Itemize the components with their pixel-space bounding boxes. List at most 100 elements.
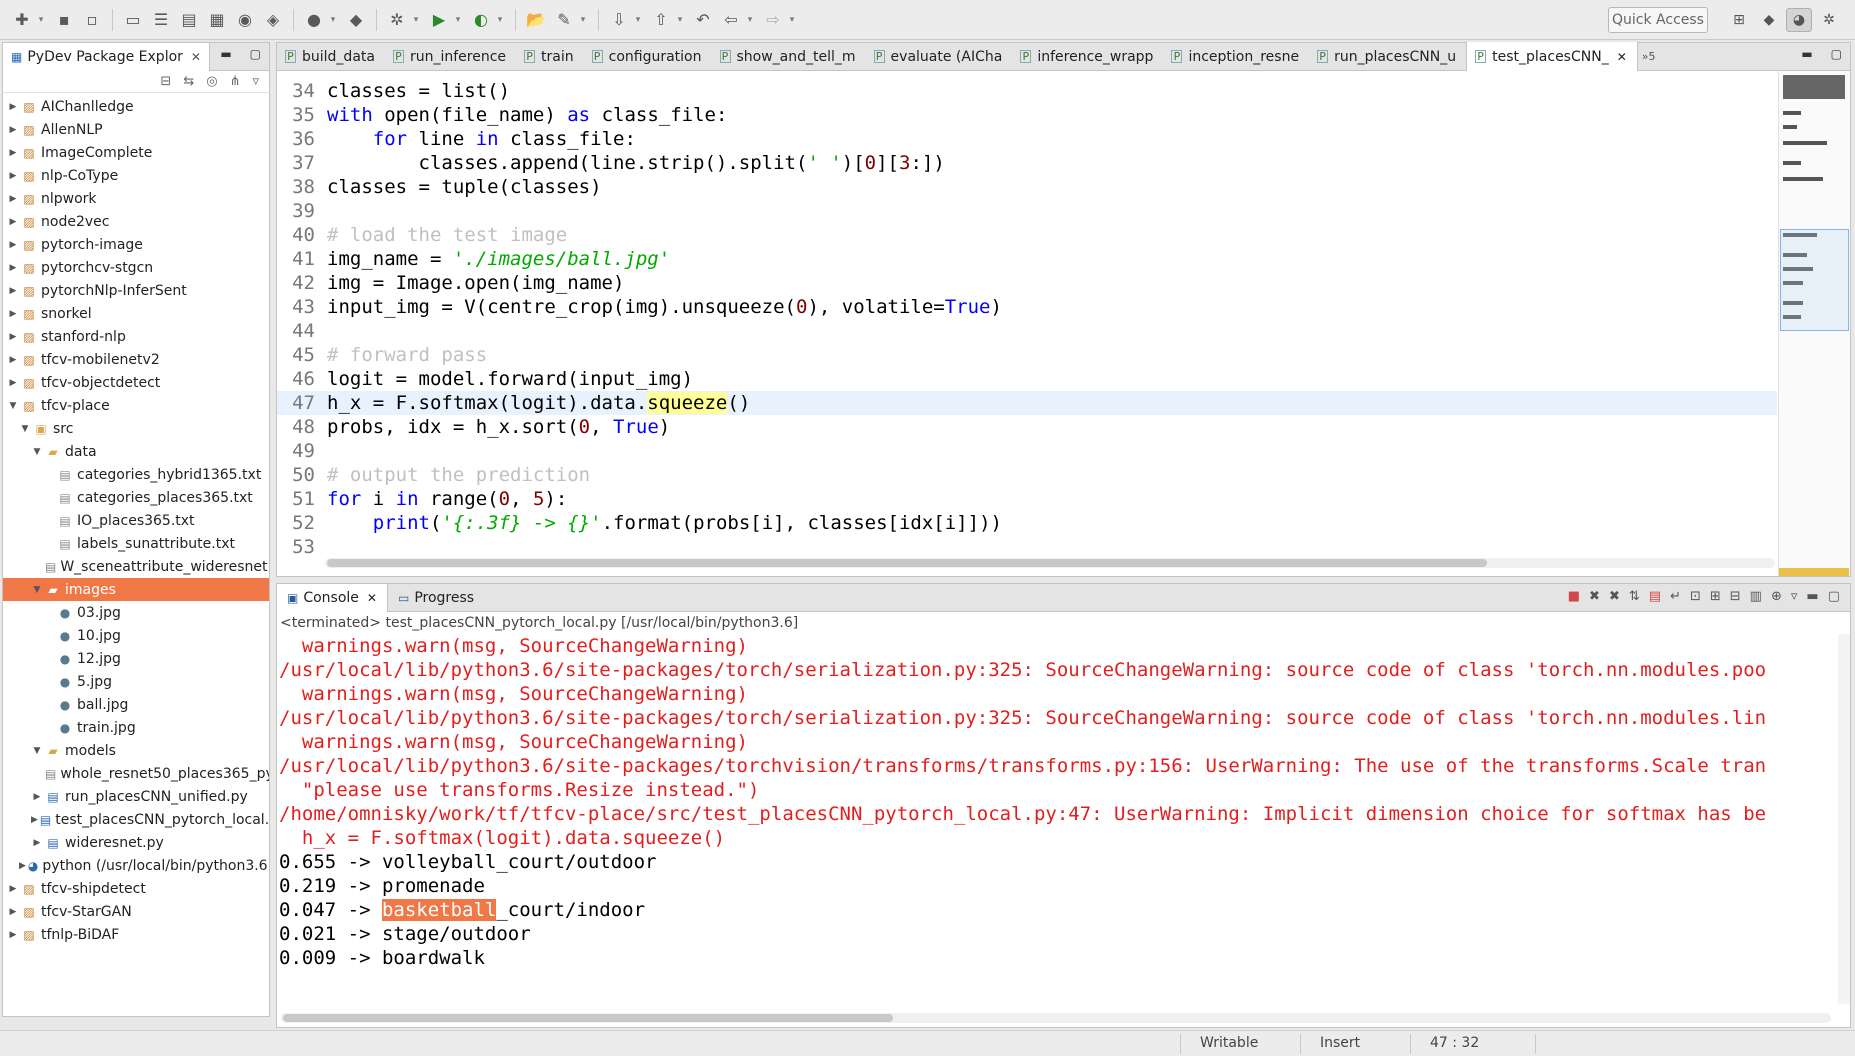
editor-tab[interactable]: Pinference_wrapp xyxy=(1012,43,1163,70)
display-console-icon[interactable]: ▥ xyxy=(1750,589,1762,604)
tree-item[interactable]: ▼ ▨ tfcv-place xyxy=(3,394,269,417)
editor-overview-ruler[interactable] xyxy=(1778,71,1850,576)
expanded-arrow-icon[interactable]: ▼ xyxy=(31,585,43,595)
collapsed-arrow-icon[interactable]: ▶ xyxy=(7,240,19,250)
back-dropdown-icon[interactable]: ▾ xyxy=(745,15,755,25)
tree-item[interactable]: ▶ ▨ AllenNLP xyxy=(3,118,269,141)
tab-console[interactable]: ▣ Console ✕ xyxy=(277,583,388,612)
new-dropdown-icon[interactable]: ▾ xyxy=(36,15,46,25)
collapsed-arrow-icon[interactable]: ▶ xyxy=(7,378,19,388)
tree-item[interactable]: ● 10.jpg xyxy=(3,624,269,647)
collapsed-arrow-icon[interactable]: ▶ xyxy=(7,907,19,917)
tree-item[interactable]: ▶ ▨ stanford-nlp xyxy=(3,325,269,348)
coverage-icon[interactable]: ◐ xyxy=(469,8,493,32)
python-icon[interactable]: ◈ xyxy=(261,8,285,32)
tree-item[interactable]: ▶ ▨ pytorchcv-stgcn xyxy=(3,256,269,279)
editor-horizontal-scrollbar[interactable] xyxy=(325,558,1775,568)
visible-region-indicator[interactable] xyxy=(1780,229,1849,331)
filter-icon[interactable]: ⋔ xyxy=(230,74,241,89)
view-menu-icon[interactable]: ▿ xyxy=(1791,589,1798,604)
run-dropdown-icon[interactable]: ▾ xyxy=(453,15,463,25)
pydev-perspective-icon[interactable]: ◕ xyxy=(1786,8,1812,32)
tree-item[interactable]: ▶ ▤ wideresnet.py xyxy=(3,831,269,854)
pin-console-icon[interactable]: ⊡ xyxy=(1690,589,1701,604)
editor-tab[interactable]: Ptest_placesCNN_ ✕ xyxy=(1466,42,1638,71)
forward-dropdown-icon[interactable]: ▾ xyxy=(787,15,797,25)
collapsed-arrow-icon[interactable]: ▶ xyxy=(7,217,19,227)
tree-item[interactable]: ▤ labels_sunattribute.txt xyxy=(3,532,269,555)
collapsed-arrow-icon[interactable]: ▶ xyxy=(7,125,19,135)
close-icon[interactable]: ✕ xyxy=(191,50,201,64)
debug-perspective-icon[interactable]: ✲ xyxy=(1816,8,1842,32)
editor-tab[interactable]: Prun_inference xyxy=(385,43,516,70)
back-icon[interactable]: ⇦ xyxy=(719,8,743,32)
save-icon[interactable]: ▪ xyxy=(52,8,76,32)
toggle-block-icon[interactable]: ▭ xyxy=(121,8,145,32)
editor-tab[interactable]: Pshow_and_tell_m xyxy=(712,43,866,70)
more-tabs-indicator[interactable]: »5 xyxy=(1642,50,1656,63)
previous-annotation-dropdown-icon[interactable]: ▾ xyxy=(675,15,685,25)
tree-item[interactable]: ▶ ▨ pytorchNlp-InferSent xyxy=(3,279,269,302)
tree-item[interactable]: ▤ categories_places365.txt xyxy=(3,486,269,509)
tree-item[interactable]: ● 12.jpg xyxy=(3,647,269,670)
pydev-icon[interactable]: ◉ xyxy=(233,8,257,32)
expanded-arrow-icon[interactable]: ▼ xyxy=(19,424,31,434)
file-icon[interactable]: ▤ xyxy=(177,8,201,32)
clear-console-icon[interactable]: ▤ xyxy=(1649,589,1661,604)
collapsed-arrow-icon[interactable]: ▶ xyxy=(7,263,19,273)
collapsed-arrow-icon[interactable]: ▶ xyxy=(7,171,19,181)
expanded-arrow-icon[interactable]: ▼ xyxy=(31,447,43,457)
tree-item[interactable]: ▼ ▰ images xyxy=(3,578,269,601)
open-folder-icon[interactable]: 📂 xyxy=(524,8,548,32)
editor-tab[interactable]: Pbuild_data xyxy=(277,43,385,70)
previous-annotation-icon[interactable]: ⇧ xyxy=(649,8,673,32)
external-icon[interactable]: ◆ xyxy=(344,8,368,32)
collapsed-arrow-icon[interactable]: ▶ xyxy=(7,332,19,342)
java-perspective-icon[interactable]: ◆ xyxy=(1756,8,1782,32)
show-stderr-icon[interactable]: ⊟ xyxy=(1730,589,1741,604)
tab-package-explorer[interactable]: ▦ PyDev Package Explor ✕ xyxy=(3,42,210,71)
collapsed-arrow-icon[interactable]: ▶ xyxy=(7,194,19,204)
editor-tab[interactable]: Pconfiguration xyxy=(584,43,712,70)
tree-item[interactable]: ▤ IO_places365.txt xyxy=(3,509,269,532)
collapsed-arrow-icon[interactable]: ▶ xyxy=(7,309,19,319)
remove-all-icon[interactable]: ✖ xyxy=(1609,589,1620,604)
console-output[interactable]: warnings.warn(msg, SourceChangeWarning) /… xyxy=(277,634,1850,970)
tree-item[interactable]: ▤ categories_hybrid1365.txt xyxy=(3,463,269,486)
minimize-icon[interactable]: ▬ xyxy=(1806,589,1818,604)
collapsed-arrow-icon[interactable]: ▶ xyxy=(7,355,19,365)
tree-item[interactable]: ▼ ▰ data xyxy=(3,440,269,463)
view-menu-icon[interactable]: ▿ xyxy=(252,74,259,89)
scrollbar-thumb[interactable] xyxy=(283,1014,893,1022)
last-edit-icon[interactable]: ↶ xyxy=(691,8,715,32)
scrollbar-thumb[interactable] xyxy=(327,559,1487,567)
coverage-dropdown-icon[interactable]: ▾ xyxy=(495,15,505,25)
maximize-icon[interactable]: ▢ xyxy=(1831,47,1842,61)
expanded-arrow-icon[interactable]: ▼ xyxy=(7,401,19,411)
forward-icon[interactable]: ⇨ xyxy=(761,8,785,32)
tree-item[interactable]: ▤ whole_resnet50_places365_pyt xyxy=(3,762,269,785)
editor-tab[interactable]: Ptrain xyxy=(516,43,584,70)
tree-item[interactable]: ● train.jpg xyxy=(3,716,269,739)
annotation-marker[interactable] xyxy=(1779,568,1849,576)
tree-item[interactable]: ▶ ▨ ImageComplete xyxy=(3,141,269,164)
tree-item[interactable]: ▶ ▨ tfcv-objectdetect xyxy=(3,371,269,394)
collapsed-arrow-icon[interactable]: ▶ xyxy=(7,102,19,112)
tree-item[interactable]: ▶ ▨ snorkel xyxy=(3,302,269,325)
close-icon[interactable]: ✕ xyxy=(1617,50,1627,64)
tree-item[interactable]: ▶ ▤ test_placesCNN_pytorch_local.p xyxy=(3,808,269,831)
debug-dropdown-icon[interactable]: ▾ xyxy=(411,15,421,25)
maximize-icon[interactable]: ▢ xyxy=(250,47,261,61)
tree-item[interactable]: ● 5.jpg xyxy=(3,670,269,693)
tab-progress[interactable]: ▭ Progress xyxy=(388,584,484,612)
open-perspective-icon[interactable]: ⊞ xyxy=(1726,8,1752,32)
debug-icon[interactable]: ✲ xyxy=(385,8,409,32)
run-config-dropdown-icon[interactable]: ▾ xyxy=(328,15,338,25)
tree-item[interactable]: ▶ ▨ tfcv-mobilenetv2 xyxy=(3,348,269,371)
open-console-icon[interactable]: ⊕ xyxy=(1771,589,1782,604)
next-annotation-dropdown-icon[interactable]: ▾ xyxy=(633,15,643,25)
collapse-all-icon[interactable]: ⊟ xyxy=(160,74,171,89)
tree-item[interactable]: ▶ ▨ tfcv-shipdetect xyxy=(3,877,269,900)
collapsed-arrow-icon[interactable]: ▶ xyxy=(7,286,19,296)
toggle-mark-icon[interactable]: ☰ xyxy=(149,8,173,32)
